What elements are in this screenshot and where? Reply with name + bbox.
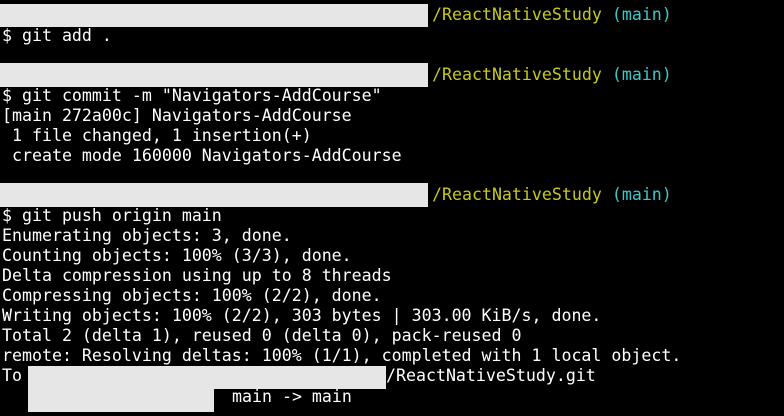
command-line: $ git commit -m "Navigators-AddCourse" bbox=[2, 86, 382, 105]
prompt-path: /ReactNativeStudy bbox=[432, 185, 602, 204]
output-line: Counting objects: 100% (3/3), done. bbox=[2, 246, 352, 265]
output-line: Writing objects: 100% (2/2), 303 bytes |… bbox=[2, 306, 602, 325]
command-line: $ git add . bbox=[2, 26, 112, 45]
prompt-branch: (main) bbox=[611, 185, 672, 204]
prompt-path: /ReactNativeStudy bbox=[432, 65, 602, 84]
redacted-user-host bbox=[0, 183, 428, 207]
prompt-line: /ReactNativeStudy (main) bbox=[432, 5, 672, 25]
terminal-window[interactable]: /ReactNativeStudy (main) $ git add . /Re… bbox=[0, 0, 784, 416]
output-line: Enumerating objects: 3, done. bbox=[2, 226, 292, 245]
output-line: create mode 160000 Navigators-AddCourse bbox=[2, 146, 402, 165]
redacted-user-host bbox=[0, 63, 428, 87]
prompt-branch: (main) bbox=[611, 5, 672, 24]
prompt-branch: (main) bbox=[611, 65, 672, 84]
redacted-user-host bbox=[0, 4, 428, 27]
output-line: remote: Resolving deltas: 100% (1/1), co… bbox=[2, 346, 682, 365]
redacted-ref-hashes bbox=[28, 388, 214, 412]
command-line: $ git push origin main bbox=[2, 206, 222, 225]
push-target-suffix: /ReactNativeStudy.git bbox=[386, 366, 596, 385]
redacted-remote-url bbox=[28, 366, 386, 389]
output-line: 1 file changed, 1 insertion(+) bbox=[2, 126, 312, 145]
output-line: Delta compression using up to 8 threads bbox=[2, 266, 392, 285]
output-line: Total 2 (delta 1), reused 0 (delta 0), p… bbox=[2, 326, 522, 345]
prompt-path: /ReactNativeStudy bbox=[432, 5, 602, 24]
output-line: [main 272a00c] Navigators-AddCourse bbox=[2, 106, 352, 125]
prompt-line: /ReactNativeStudy (main) bbox=[432, 65, 672, 85]
prompt-line: /ReactNativeStudy (main) bbox=[432, 185, 672, 205]
output-line: Compressing objects: 100% (2/2), done. bbox=[2, 286, 382, 305]
ref-update-line: main -> main bbox=[232, 387, 352, 406]
push-target-prefix: To bbox=[2, 366, 22, 385]
